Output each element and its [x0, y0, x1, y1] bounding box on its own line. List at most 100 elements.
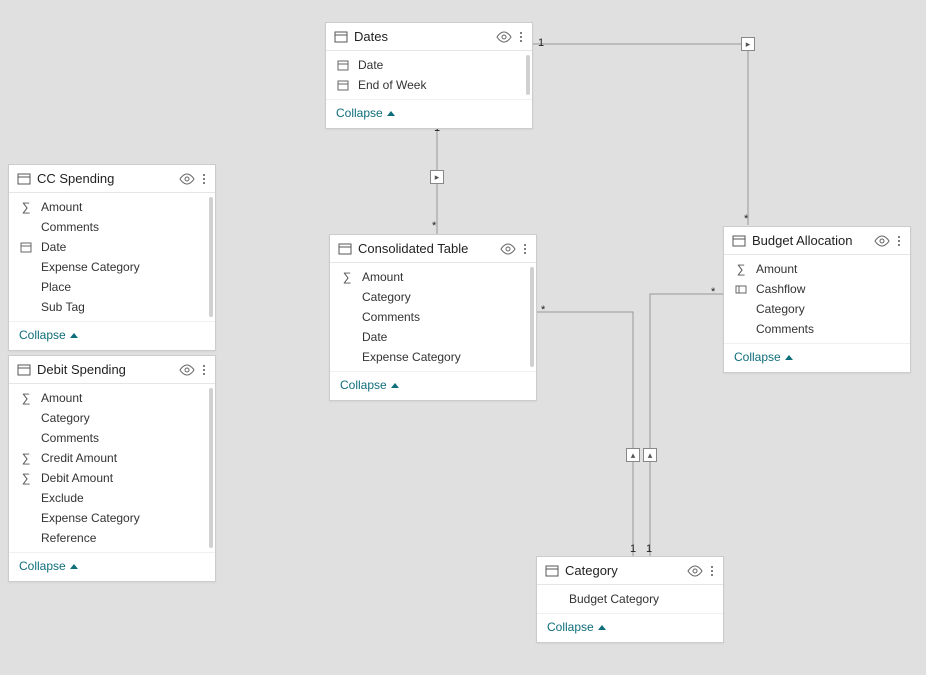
field-name: Amount [756, 262, 900, 276]
collapse-button[interactable]: Collapse [724, 343, 910, 372]
visibility-icon[interactable] [496, 31, 512, 43]
visibility-icon[interactable] [874, 235, 890, 247]
table-icon [338, 242, 352, 256]
visibility-icon[interactable] [687, 565, 703, 577]
fields-list: Budget Category [537, 585, 723, 613]
cardinality-label: 1 [538, 37, 544, 49]
cardinality-label: 1 [646, 543, 652, 555]
field-row[interactable]: Expense Category [9, 508, 215, 528]
table-title: Debit Spending [37, 362, 173, 377]
collapse-label: Collapse [340, 378, 387, 392]
table-category[interactable]: Category Budget Category Collapse [536, 556, 724, 643]
field-name: Date [41, 240, 205, 254]
field-row[interactable]: Date [330, 327, 536, 347]
fields-list: ∑Amount Cashflow Category Comments [724, 255, 910, 343]
scrollbar[interactable] [526, 55, 530, 95]
table-dates[interactable]: Dates Date End of Week Collapse [325, 22, 533, 129]
collapse-button[interactable]: Collapse [330, 371, 536, 400]
field-name: Place [41, 280, 205, 294]
field-row[interactable]: Comments [9, 217, 215, 237]
field-name: Amount [41, 200, 205, 214]
table-consolidated[interactable]: Consolidated Table ∑Amount Category Comm… [329, 234, 537, 401]
table-header[interactable]: Dates [326, 23, 532, 51]
more-options-icon[interactable] [201, 363, 207, 377]
field-name: Category [41, 411, 205, 425]
collapse-button[interactable]: Collapse [9, 321, 215, 350]
field-row[interactable]: ∑Amount [330, 267, 536, 287]
field-row[interactable]: ∑ Amount [9, 197, 215, 217]
collapse-label: Collapse [336, 106, 383, 120]
field-row[interactable]: Exclude [9, 488, 215, 508]
table-header[interactable]: Budget Allocation [724, 227, 910, 255]
field-row[interactable]: End of Week [326, 75, 532, 95]
field-row[interactable]: Date [9, 237, 215, 257]
field-name: Date [358, 58, 522, 72]
table-title: Dates [354, 29, 490, 44]
visibility-icon[interactable] [179, 364, 195, 376]
field-row[interactable]: Expense Category [9, 257, 215, 277]
table-icon [17, 172, 31, 186]
more-options-icon[interactable] [896, 234, 902, 248]
scrollbar[interactable] [209, 388, 213, 548]
field-name: Sub Tag [41, 300, 205, 314]
filter-direction-icon: ▸ [741, 37, 755, 51]
scrollbar[interactable] [209, 197, 213, 317]
table-icon [17, 363, 31, 377]
field-row[interactable]: Comments [9, 428, 215, 448]
more-options-icon[interactable] [522, 242, 528, 256]
field-row[interactable]: Sub Tag [9, 297, 215, 317]
table-budget-allocation[interactable]: Budget Allocation ∑Amount Cashflow Categ… [723, 226, 911, 373]
table-debit-spending[interactable]: Debit Spending ∑Amount Category Comments… [8, 355, 216, 582]
field-row[interactable]: Reference [9, 528, 215, 548]
table-cc-spending[interactable]: CC Spending ∑ Amount Comments Date Expens… [8, 164, 216, 351]
collapse-button[interactable]: Collapse [537, 613, 723, 642]
more-options-icon[interactable] [518, 30, 524, 44]
field-row[interactable]: Category [9, 408, 215, 428]
table-header[interactable]: CC Spending [9, 165, 215, 193]
collapse-label: Collapse [19, 559, 66, 573]
sum-icon: ∑ [19, 200, 33, 214]
field-name: Reference [41, 531, 205, 545]
field-name: Cashflow [756, 282, 900, 296]
table-header[interactable]: Consolidated Table [330, 235, 536, 263]
field-name: Amount [362, 270, 526, 284]
date-icon [19, 241, 33, 253]
field-row[interactable]: Category [724, 299, 910, 319]
collapse-button[interactable]: Collapse [326, 99, 532, 128]
field-row[interactable]: Place [9, 277, 215, 297]
sum-icon: ∑ [19, 471, 33, 485]
filter-direction-icon: ▸ [430, 170, 444, 184]
measure-icon [734, 283, 748, 295]
more-options-icon[interactable] [709, 564, 715, 578]
field-row[interactable]: Comments [724, 319, 910, 339]
collapse-label: Collapse [19, 328, 66, 342]
field-row[interactable]: Budget Category [537, 589, 723, 609]
field-row[interactable]: Cashflow [724, 279, 910, 299]
chevron-up-icon [391, 383, 399, 388]
visibility-icon[interactable] [179, 173, 195, 185]
field-row[interactable]: ∑Debit Amount [9, 468, 215, 488]
chevron-up-icon [387, 111, 395, 116]
table-icon [334, 30, 348, 44]
filter-direction-icon: ▴ [626, 448, 640, 462]
field-name: Expense Category [41, 260, 205, 274]
visibility-icon[interactable] [500, 243, 516, 255]
fields-list: ∑Amount Category Comments ∑Credit Amount… [9, 384, 215, 552]
chevron-up-icon [70, 333, 78, 338]
table-header[interactable]: Category [537, 557, 723, 585]
table-title: Budget Allocation [752, 233, 868, 248]
field-row[interactable]: ∑Amount [9, 388, 215, 408]
more-options-icon[interactable] [201, 172, 207, 186]
date-icon [336, 79, 350, 91]
field-row[interactable]: ∑Credit Amount [9, 448, 215, 468]
table-header[interactable]: Debit Spending [9, 356, 215, 384]
fields-list: Date End of Week [326, 51, 532, 99]
field-row[interactable]: Comments [330, 307, 536, 327]
field-row[interactable]: ∑Amount [724, 259, 910, 279]
fields-list: ∑Amount Category Comments Date Expense C… [330, 263, 536, 371]
field-row[interactable]: Expense Category [330, 347, 536, 367]
scrollbar[interactable] [530, 267, 534, 367]
field-row[interactable]: Date [326, 55, 532, 75]
collapse-button[interactable]: Collapse [9, 552, 215, 581]
field-row[interactable]: Category [330, 287, 536, 307]
